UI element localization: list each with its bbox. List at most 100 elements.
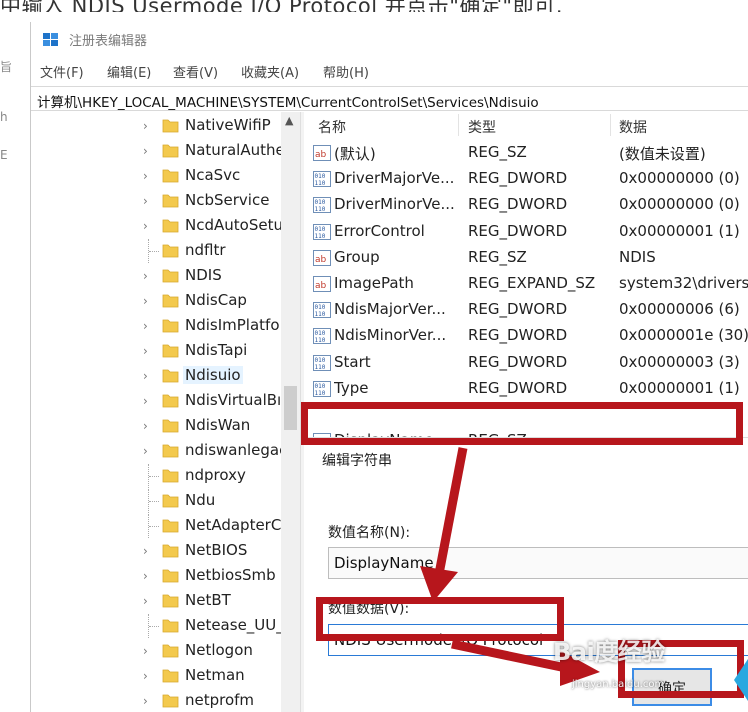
menu-help[interactable]: 帮助(H): [323, 62, 369, 81]
tree-item[interactable]: › NdisTapi: [31, 339, 300, 363]
folder-icon: [162, 194, 179, 208]
string-value-icon: ab: [313, 145, 331, 161]
value-row[interactable]: ab (默认) REG_SZ (数值未设置): [304, 140, 748, 166]
tree-item[interactable]: › NdisVirtualBı: [31, 389, 300, 413]
chevron-right-icon[interactable]: ›: [143, 694, 148, 708]
value-row[interactable]: 010 110 NdisMajorVer... REG_DWORD 0x00000006…: [304, 297, 748, 323]
binary-value-icon: 010110: [313, 223, 331, 240]
scroll-thumb[interactable]: [284, 386, 297, 430]
value-type: REG_DWORD: [468, 378, 568, 397]
tree-item[interactable]: › NdisCap: [31, 289, 300, 313]
menu-edit[interactable]: 编辑(E): [107, 62, 151, 81]
tree-item[interactable]: › Netlogon: [31, 639, 300, 663]
column-divider[interactable]: [458, 114, 459, 136]
baidu-watermark: Bai度经验: [553, 638, 665, 666]
chevron-right-icon[interactable]: ›: [143, 219, 148, 233]
value-row[interactable]: 010 110 DriverMinorVe... REG_DWORD 0x0000000…: [304, 192, 748, 218]
binary-value-icon: 010110: [313, 302, 331, 319]
tree-item[interactable]: › Ndisuio: [31, 364, 300, 388]
tree-item[interactable]: › NetBIOS: [31, 539, 300, 563]
tree-item[interactable]: › NcdAutoSetu: [31, 214, 300, 238]
scroll-up-icon[interactable]: ▲: [285, 114, 293, 127]
chevron-right-icon[interactable]: ›: [143, 319, 148, 333]
menu-view[interactable]: 查看(V): [173, 62, 218, 81]
column-data-header[interactable]: 数据: [619, 117, 647, 137]
chevron-right-icon[interactable]: ›: [143, 419, 148, 433]
folder-icon: [162, 594, 179, 608]
value-name: DriverMajorVe...: [334, 169, 455, 188]
tree-item-label: NetAdapterC: [185, 516, 282, 534]
value-name-field[interactable]: DisplayName: [328, 547, 748, 579]
tree-item[interactable]: › NDIS: [31, 264, 300, 288]
value-row[interactable]: ab ImagePath REG_EXPAND_SZ system32\drivers…: [304, 271, 748, 297]
tree-connector-line: [148, 614, 159, 638]
tree-item-label: Netease_UU_: [185, 616, 284, 634]
tree-item[interactable]: › Netman: [31, 664, 300, 688]
side-text-fragment: E: [0, 148, 8, 162]
tree-item[interactable]: Ndu: [31, 489, 300, 513]
value-type: REG_DWORD: [468, 221, 568, 240]
binary-value-icon: 010110: [313, 171, 331, 188]
chevron-right-icon[interactable]: ›: [143, 394, 148, 408]
value-row[interactable]: 010 110 Start REG_DWORD 0x00000003 (3): [304, 350, 748, 376]
tree-item[interactable]: › NetbiosSmb: [31, 564, 300, 588]
title-bar: 注册表编辑器: [31, 22, 748, 56]
value-type: REG_DWORD: [468, 169, 568, 188]
chevron-right-icon[interactable]: ›: [143, 544, 148, 558]
binary-value-icon: 010110: [313, 197, 331, 214]
column-name-header[interactable]: 名称: [318, 117, 346, 137]
chevron-right-icon[interactable]: ›: [143, 294, 148, 308]
chevron-right-icon[interactable]: ›: [143, 169, 148, 183]
value-row[interactable]: 010 110 Type REG_DWORD 0x00000001 (1): [304, 376, 748, 402]
chevron-right-icon[interactable]: ›: [143, 144, 148, 158]
chevron-right-icon[interactable]: ›: [143, 194, 148, 208]
chevron-right-icon[interactable]: ›: [143, 669, 148, 683]
chevron-right-icon[interactable]: ›: [143, 644, 148, 658]
tree-item[interactable]: ndproxy: [31, 464, 300, 488]
tree-item-label: Ndisuio: [183, 366, 243, 384]
value-row[interactable]: ab Group REG_SZ NDIS: [304, 245, 748, 271]
folder-icon: [162, 494, 179, 508]
address-bar[interactable]: 计算机\HKEY_LOCAL_MACHINE\SYSTEM\CurrentCon…: [31, 86, 748, 111]
chevron-right-icon[interactable]: ›: [143, 369, 148, 383]
value-data-highlight-box: [316, 597, 564, 641]
value-type: REG_DWORD: [468, 326, 568, 345]
chevron-right-icon[interactable]: ›: [143, 569, 148, 583]
menu-favorites[interactable]: 收藏夹(A): [241, 62, 299, 81]
value-row[interactable]: 010 110 ErrorControl REG_DWORD 0x00000001 (1…: [304, 219, 748, 245]
tree-item[interactable]: › ndiswanlegac: [31, 439, 300, 463]
tree-item-label: ndiswanlegac: [185, 441, 288, 459]
value-name: Group: [334, 247, 380, 266]
value-type: REG_EXPAND_SZ: [468, 274, 596, 292]
tree-item[interactable]: Netease_UU_: [31, 614, 300, 638]
value-row[interactable]: 010 110 DriverMajorVe... REG_DWORD 0x0000000…: [304, 166, 748, 192]
menu-file[interactable]: 文件(F): [40, 62, 84, 81]
values-header: 名称 类型 数据: [304, 112, 748, 138]
displayname-highlight-box: [301, 402, 743, 445]
tree-item[interactable]: › netprofm: [31, 689, 300, 712]
svg-text:010: 010: [315, 173, 326, 180]
tree-item[interactable]: › NetBT: [31, 589, 300, 613]
tree-item[interactable]: › NdisImPlatfo: [31, 314, 300, 338]
tree-item[interactable]: › NcbService: [31, 189, 300, 213]
chevron-right-icon[interactable]: ›: [143, 344, 148, 358]
folder-icon: [162, 544, 179, 558]
tree-item[interactable]: › NativeWifiP: [31, 114, 300, 138]
tree-item[interactable]: ndfltr: [31, 239, 300, 263]
address-path: 计算机\HKEY_LOCAL_MACHINE\SYSTEM\CurrentCon…: [37, 95, 539, 111]
column-type-header[interactable]: 类型: [468, 117, 496, 137]
folder-icon: [162, 469, 179, 483]
tree-item[interactable]: › NcaSvc: [31, 164, 300, 188]
chevron-right-icon[interactable]: ›: [143, 119, 148, 133]
side-text-fragment: 旨: [0, 60, 13, 74]
tree-item[interactable]: NetAdapterC: [31, 514, 300, 538]
column-divider[interactable]: [610, 114, 611, 136]
chevron-right-icon[interactable]: ›: [143, 594, 148, 608]
tree-item[interactable]: › NdisWan: [31, 414, 300, 438]
chevron-right-icon[interactable]: ›: [143, 269, 148, 283]
tree-item[interactable]: › NaturalAuthe: [31, 139, 300, 163]
tree-item-label: NDIS: [185, 266, 222, 284]
chevron-right-icon[interactable]: ›: [143, 444, 148, 458]
tree-scrollbar[interactable]: ▲: [281, 112, 300, 712]
value-row[interactable]: 010 110 NdisMinorVer... REG_DWORD 0x0000001e…: [304, 323, 748, 349]
